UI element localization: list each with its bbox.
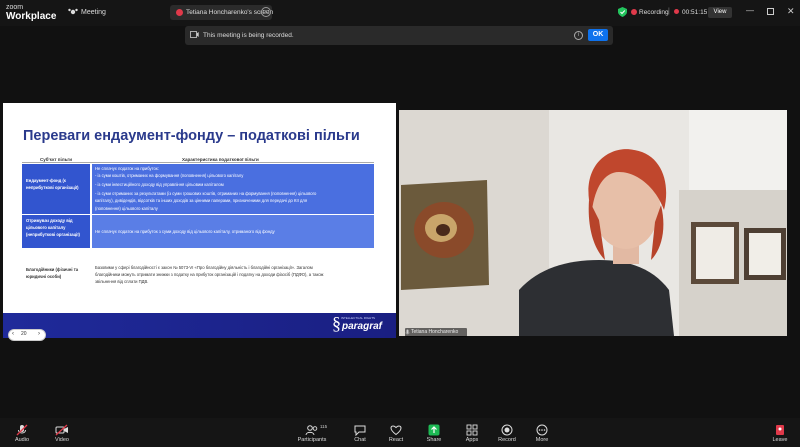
share-options-icon[interactable]: ⋯ — [261, 7, 271, 17]
row1-line: - із суми інвестиційного доходу від упра… — [95, 182, 224, 187]
more-label[interactable]: More — [522, 437, 562, 443]
row2-line: Не сплачує податок на прибуток з суми до… — [95, 229, 275, 234]
app-logo-line2: Workplace — [6, 11, 57, 22]
recording-camera-icon — [190, 31, 199, 38]
ok-button[interactable]: OK — [588, 29, 608, 41]
share-screen-icon — [428, 424, 440, 436]
more-icon — [536, 424, 548, 436]
participants-count: 115 — [320, 424, 328, 429]
slide-page-number: 20 — [21, 331, 27, 337]
audio-button[interactable] — [4, 424, 40, 436]
leave-icon — [776, 425, 784, 435]
title-bar — [0, 0, 800, 26]
video-button[interactable] — [44, 424, 80, 436]
row2-subject: Отримувач доходу від цільового капіталу … — [26, 218, 80, 237]
meeting-timer: 00:51:15 — [682, 9, 708, 16]
more-button[interactable] — [524, 424, 560, 436]
row3-line: Базовими у сфері благодійності є закон №… — [95, 265, 313, 270]
next-slide-icon[interactable]: › — [38, 331, 40, 337]
row1-line: капіталу), дивідендів, відсотків та інши… — [95, 198, 308, 203]
chat-button[interactable] — [342, 424, 378, 436]
brand-logo: paragraf — [342, 321, 383, 332]
recording-message: This meeting is being recorded. — [203, 32, 294, 39]
minimize-icon[interactable]: — — [746, 7, 754, 16]
microphone-muted-icon — [16, 424, 28, 436]
record-icon — [501, 424, 513, 436]
participant-name: Tetiana Honcharenko — [411, 329, 459, 335]
record-label[interactable]: Record — [487, 437, 527, 443]
participants-icon — [305, 425, 318, 436]
row1-line: Не сплачує податок на прибуток: — [95, 166, 159, 171]
view-button[interactable]: View — [708, 7, 732, 18]
close-icon[interactable]: ✕ — [787, 6, 795, 16]
apps-button[interactable] — [454, 424, 490, 436]
participant-mic-icon — [405, 329, 410, 335]
header-divider — [22, 162, 374, 163]
row1-line: (поповнення) цільового капіталу — [95, 206, 158, 211]
chat-icon — [354, 425, 366, 436]
share-status-icon — [176, 9, 183, 16]
video-frame-image — [399, 110, 787, 336]
video-label[interactable]: Video — [42, 437, 82, 443]
participants-label[interactable]: Participants — [292, 437, 332, 443]
slide-title: Переваги ендаумент-фонду – податкові піл… — [23, 128, 360, 144]
record-button[interactable] — [489, 424, 525, 436]
chat-label[interactable]: Chat — [340, 437, 380, 443]
react-label[interactable]: React — [376, 437, 416, 443]
apps-icon — [466, 424, 478, 436]
react-button[interactable] — [378, 424, 414, 436]
app-logo-line1: zoom — [6, 4, 24, 11]
brand-logo-icon: § — [332, 313, 341, 333]
row3-subject: Благодійники (фізичні та юридичні особи) — [26, 267, 79, 279]
video-camera-off-icon — [55, 424, 68, 436]
audio-label[interactable]: Audio — [2, 437, 42, 443]
participant-video[interactable] — [399, 110, 787, 336]
meeting-icon[interactable] — [68, 8, 78, 16]
row1-subject: Ендаумент-фонд (є неприбуткові організац… — [26, 178, 79, 190]
recording-icon — [631, 9, 637, 15]
recording-label[interactable]: Recording — [639, 9, 669, 16]
leave-button[interactable] — [762, 424, 798, 436]
divider: | — [668, 8, 670, 15]
leave-label[interactable]: Leave — [760, 437, 800, 443]
brand-subtitle: INTELLECTUAL RIGHTS — [341, 316, 376, 320]
share-label[interactable]: Share — [414, 437, 454, 443]
meeting-label[interactable]: Meeting — [81, 9, 106, 16]
apps-label[interactable]: Apps — [452, 437, 492, 443]
info-icon[interactable]: i — [574, 31, 583, 40]
row1-line: - із суми отриманих за результатами (із … — [95, 191, 317, 196]
heart-icon — [390, 425, 402, 436]
row1-line: - із суми коштів, отриманих на формуванн… — [95, 173, 244, 178]
row3-line: благодійники можуть отримати знижки з по… — [95, 272, 324, 277]
timer-icon — [674, 9, 679, 14]
share-button[interactable] — [416, 424, 452, 436]
maximize-icon[interactable] — [767, 8, 774, 15]
row3-line: звільнення від сплати ПДВ. — [95, 279, 149, 284]
encryption-shield-icon[interactable] — [618, 7, 627, 17]
previous-slide-icon[interactable]: ‹ — [12, 331, 14, 337]
